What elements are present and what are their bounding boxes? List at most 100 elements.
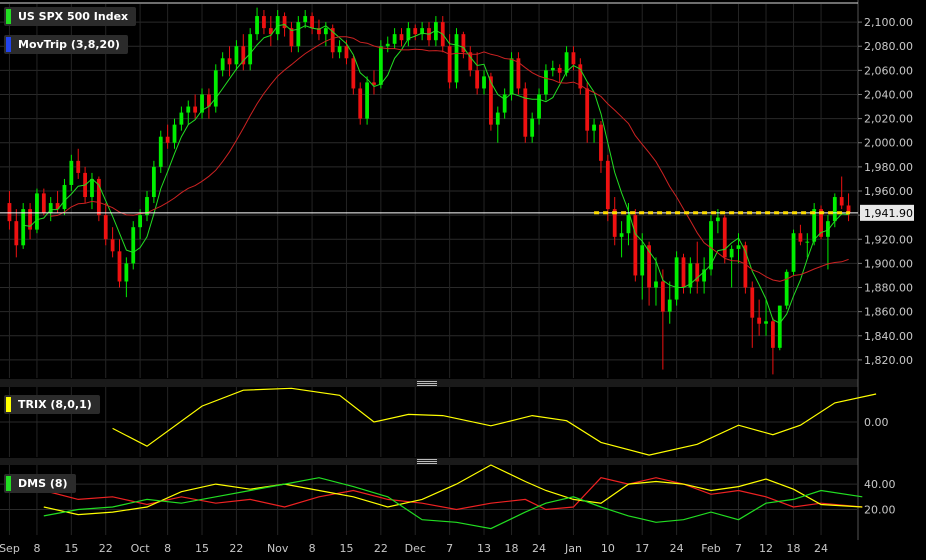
- candle-body: [571, 52, 576, 65]
- pane-resize-handle-dms[interactable]: [417, 459, 437, 464]
- candle-body: [660, 281, 665, 312]
- chart-canvas[interactable]: 1,820.00 1,840.00 1,860.00 1,880.00 1,900.00…: [0, 0, 926, 560]
- legend-spx[interactable]: US SPX 500 Index: [4, 7, 137, 26]
- candle-body: [530, 118, 535, 137]
- candle-body: [255, 16, 259, 35]
- candle-body: [784, 271, 789, 306]
- x-tick-label: 22: [99, 542, 113, 555]
- candle-body: [654, 281, 658, 288]
- candle-body: [626, 215, 631, 234]
- y-tick-label: 1,920.00: [864, 233, 913, 246]
- candle-body: [550, 67, 555, 71]
- candle-body: [323, 28, 328, 35]
- candle-body: [76, 160, 81, 173]
- x-tick-label: 10: [601, 542, 615, 555]
- x-tick-label: Oct: [131, 542, 151, 555]
- candle-body: [227, 58, 232, 65]
- candle-body: [138, 215, 143, 228]
- legend-trix[interactable]: TRIX (8,0,1): [4, 395, 100, 414]
- x-tick-label: 24: [532, 542, 546, 555]
- y-tick-label: 2,020.00: [864, 113, 913, 126]
- x-tick-label: 24: [670, 542, 684, 555]
- candle-body: [220, 58, 225, 71]
- x-tick-label: 8: [33, 542, 40, 555]
- y-tick-label: 2,080.00: [864, 40, 913, 53]
- legend-movtrip[interactable]: MovTrip (3,8,20): [4, 35, 128, 54]
- candle-body: [117, 251, 122, 282]
- candle-body: [489, 76, 493, 125]
- candle-body: [447, 46, 452, 83]
- candle-body: [592, 124, 596, 131]
- y-tick-label: 1,840.00: [864, 330, 913, 343]
- candle-body: [35, 193, 39, 230]
- x-tick-label: 22: [229, 542, 243, 555]
- candle-body: [7, 203, 12, 222]
- candle-body: [110, 239, 115, 252]
- candle-body: [585, 88, 590, 131]
- x-tick-label: Dec: [405, 542, 426, 555]
- dms-line: [43, 464, 863, 516]
- candle-body: [131, 227, 136, 264]
- candle-body: [310, 16, 314, 29]
- candle-body: [475, 70, 480, 89]
- y-tick-label: 1,880.00: [864, 282, 913, 295]
- candle-body: [378, 46, 383, 85]
- candle-body: [344, 46, 349, 59]
- dms-line: [43, 477, 863, 511]
- candle-body: [399, 34, 404, 41]
- candle-body: [832, 197, 837, 222]
- legend-dms-label: DMS (8): [18, 477, 68, 490]
- candle-body: [21, 209, 26, 246]
- y-tick-label: 1,860.00: [864, 306, 913, 319]
- candle-body: [454, 34, 459, 83]
- candle-body: [633, 215, 638, 276]
- candle-body: [193, 106, 198, 113]
- x-tick-label: 13: [477, 542, 491, 555]
- candle-body: [413, 28, 418, 35]
- candle-body: [619, 233, 624, 237]
- trix-tick-label: 0.00: [864, 416, 889, 429]
- candle-body: [172, 124, 177, 143]
- candle-body: [495, 112, 500, 125]
- y-tick-label: 1,820.00: [864, 354, 913, 367]
- candle-body: [715, 217, 720, 222]
- fast-moving-average: [23, 23, 849, 324]
- candle-body: [124, 263, 129, 282]
- candle-body: [674, 257, 679, 300]
- x-tick-label: Feb: [701, 542, 720, 555]
- candle-body: [248, 34, 253, 65]
- candle-body: [757, 317, 762, 324]
- candle-body: [14, 221, 19, 246]
- y-tick-label: 2,000.00: [864, 137, 913, 150]
- candle-body: [729, 248, 734, 258]
- candle-body: [544, 70, 548, 95]
- candle-body: [599, 124, 603, 161]
- pane-resize-handle-trix[interactable]: [417, 381, 437, 386]
- last-price-label: 1,941.90: [864, 207, 913, 220]
- candle-body: [839, 197, 844, 206]
- axis-labels: 1,820.00 1,840.00 1,860.00 1,880.00 1,900.00…: [0, 16, 914, 555]
- candle-body: [365, 82, 369, 119]
- y-tick-label: 2,040.00: [864, 88, 913, 101]
- legend-spx-swatch: [6, 9, 11, 24]
- x-tick-label: 7: [446, 542, 453, 555]
- y-tick-label: 1,900.00: [864, 257, 913, 270]
- candle-body: [358, 88, 363, 119]
- candle-body: [179, 112, 184, 125]
- candle-body: [69, 160, 74, 185]
- x-tick-label: 15: [64, 542, 78, 555]
- x-tick-label: 15: [195, 542, 209, 555]
- candle-body: [165, 136, 170, 143]
- candle-body: [186, 106, 191, 113]
- candle-body: [750, 287, 755, 318]
- legend-movtrip-swatch: [6, 37, 11, 52]
- legend-dms[interactable]: DMS (8): [4, 474, 76, 493]
- candle-body: [736, 245, 741, 249]
- candle-body: [158, 136, 163, 167]
- x-tick-label: Sep: [0, 542, 20, 555]
- x-tick-label: 8: [164, 542, 171, 555]
- candle-body: [523, 88, 528, 137]
- candle-body: [482, 76, 486, 89]
- candle-body: [296, 22, 301, 47]
- candle-body: [502, 94, 507, 113]
